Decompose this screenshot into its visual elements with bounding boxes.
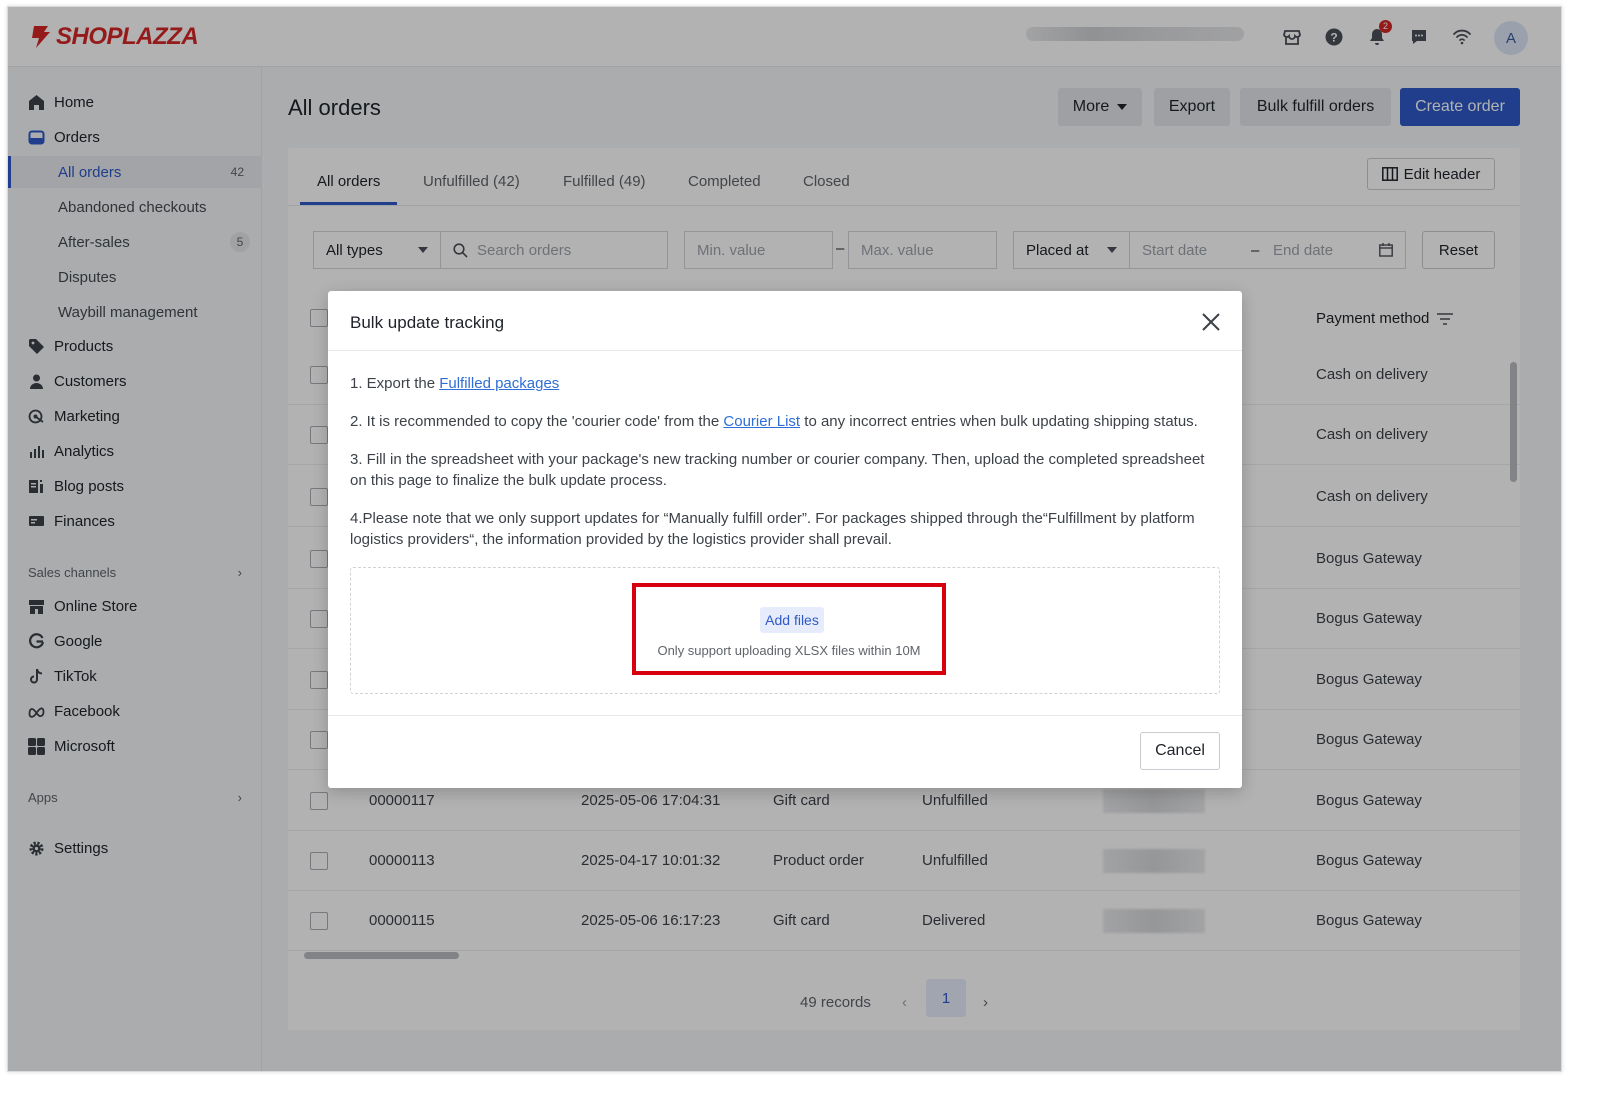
cancel-button[interactable]: Cancel [1140,732,1220,770]
add-files-button[interactable]: Add files [760,607,824,633]
dialog-title: Bulk update tracking [350,313,505,332]
dialog-header-divider [328,350,1242,351]
step-text: 1. Export the [350,375,440,392]
instruction-step-2: 2. It is recommended to copy the 'courie… [350,411,1220,432]
courier-list-link[interactable]: Courier List [723,413,800,430]
highlight-box: Add files Only support uploading XLSX fi… [632,583,946,675]
fulfilled-packages-link[interactable]: Fulfilled packages [439,375,559,392]
file-upload-dropzone[interactable]: Add files Only support uploading XLSX fi… [350,567,1220,694]
app-window: SHOPLAZZA ? 2 A Home Orders All orders 4… [7,6,1562,1072]
upload-hint: Only support uploading XLSX files within… [657,643,921,658]
close-icon[interactable] [1200,311,1222,333]
instruction-step-1: 1. Export the Fulfilled packages [350,373,1220,394]
step-text: to any incorrect entries when bulk updat… [800,413,1198,430]
instruction-step-3: 3. Fill in the spreadsheet with your pac… [350,451,1205,489]
instruction-step-4: 4.Please note that we only support updat… [350,510,1195,548]
step-text: 2. It is recommended to copy the 'courie… [350,413,724,430]
bulk-update-tracking-dialog: Bulk update tracking 1. Export the Fulfi… [328,291,1242,788]
dialog-footer-divider [328,715,1242,716]
